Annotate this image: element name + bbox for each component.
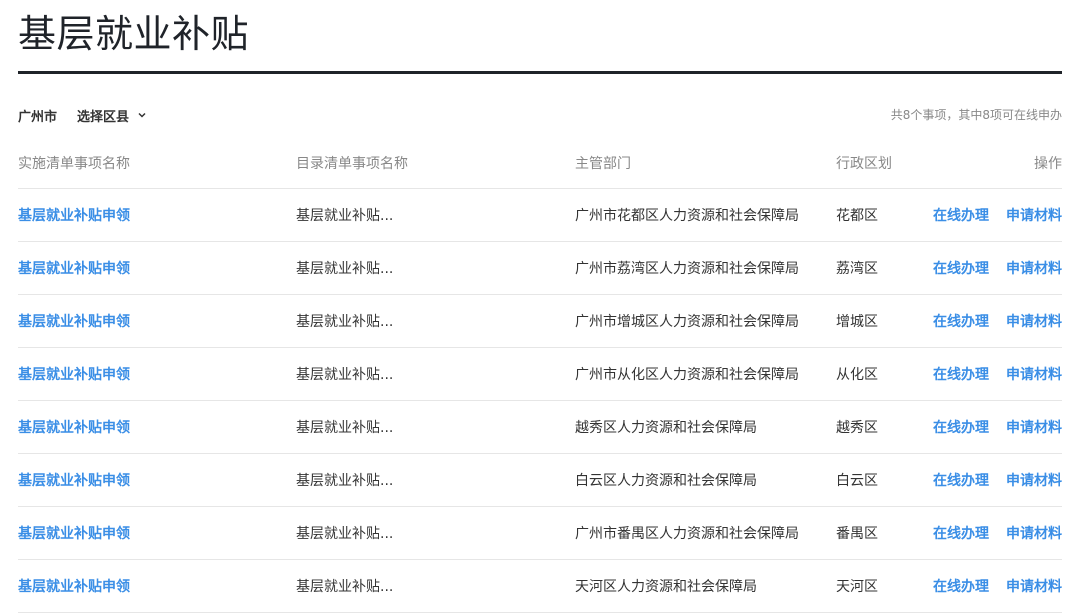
department: 越秀区人力资源和社会保障局	[575, 420, 757, 436]
header-impl-name: 实施清单事项名称	[18, 156, 130, 172]
materials-link[interactable]: 申请材料	[1006, 364, 1062, 384]
row-actions: 在线办理 申请材料	[933, 454, 1062, 506]
row-actions: 在线办理 申请材料	[933, 242, 1062, 294]
item-name-link[interactable]: 基层就业补贴申领	[18, 576, 130, 596]
page-title: 基层就业补贴	[18, 12, 250, 56]
region: 增城区	[836, 314, 878, 330]
row-actions: 在线办理 申请材料	[933, 348, 1062, 400]
department: 广州市花都区人力资源和社会保障局	[575, 208, 799, 224]
table-row: 基层就业补贴申领 基层就业补贴... 白云区人力资源和社会保障局 白云区 在线办理 申请材…	[18, 454, 1062, 507]
online-apply-link[interactable]: 在线办理	[933, 311, 989, 331]
region: 越秀区	[836, 420, 878, 436]
online-apply-link[interactable]: 在线办理	[933, 523, 989, 543]
service-table: 实施清单事项名称 目录清单事项名称 主管部门 行政区划 操作 基层就业补贴申领基…	[18, 138, 1062, 613]
catalog-name: 基层就业补贴...	[296, 526, 394, 542]
item-name-link[interactable]: 基层就业补贴申领	[18, 205, 130, 225]
catalog-name: 基层就业补贴...	[296, 367, 394, 383]
region: 番禺区	[836, 526, 878, 542]
item-name-link[interactable]: 基层就业补贴申领	[18, 417, 130, 437]
header-region: 行政区划	[836, 156, 892, 172]
catalog-name: 基层就业补贴...	[296, 314, 394, 330]
item-name-link[interactable]: 基层就业补贴申领	[18, 311, 130, 331]
online-apply-link[interactable]: 在线办理	[933, 470, 989, 490]
table-row: 基层就业补贴申领 基层就业补贴... 广州市花都区人力资源和社会保障局 花都区 在线办理…	[18, 189, 1062, 242]
row-actions: 在线办理 申请材料	[933, 507, 1062, 559]
item-name-link[interactable]: 基层就业补贴申领	[18, 258, 130, 278]
item-name-link[interactable]: 基层就业补贴申领	[18, 470, 130, 490]
result-summary: 共8个事项，其中8项可在线申办	[890, 108, 1062, 122]
row-actions: 在线办理 申请材料	[933, 295, 1062, 347]
department: 广州市荔湾区人力资源和社会保障局	[575, 261, 799, 277]
online-apply-link[interactable]: 在线办理	[933, 205, 989, 225]
online-apply-link[interactable]: 在线办理	[933, 258, 989, 278]
table-row: 基层就业补贴申领 基层就业补贴... 广州市增城区人力资源和社会保障局 增城区 在线办理…	[18, 295, 1062, 348]
header-department: 主管部门	[575, 156, 631, 172]
city-filter[interactable]: 广州市	[18, 106, 57, 125]
item-name-link[interactable]: 基层就业补贴申领	[18, 364, 130, 384]
department: 广州市增城区人力资源和社会保障局	[575, 314, 799, 330]
catalog-name: 基层就业补贴...	[296, 420, 394, 436]
materials-link[interactable]: 申请材料	[1006, 470, 1062, 490]
table-row: 基层就业补贴申领 基层就业补贴... 广州市从化区人力资源和社会保障局 从化区 在线办理…	[18, 348, 1062, 401]
row-actions: 在线办理 申请材料	[933, 189, 1062, 241]
filter-bar: 广州市 选择区县	[18, 104, 147, 126]
materials-link[interactable]: 申请材料	[1006, 576, 1062, 596]
title-divider	[18, 71, 1062, 74]
row-actions: 在线办理 申请材料	[933, 401, 1062, 453]
item-name-link[interactable]: 基层就业补贴申领	[18, 523, 130, 543]
department: 天河区人力资源和社会保障局	[575, 579, 757, 595]
materials-link[interactable]: 申请材料	[1006, 417, 1062, 437]
materials-link[interactable]: 申请材料	[1006, 258, 1062, 278]
district-select-label: 选择区县	[77, 109, 130, 125]
catalog-name: 基层就业补贴...	[296, 261, 394, 277]
online-apply-link[interactable]: 在线办理	[933, 576, 989, 596]
table-row: 基层就业补贴申领 基层就业补贴... 广州市番禺区人力资源和社会保障局 番禺区 在线办理…	[18, 507, 1062, 560]
chevron-down-icon	[138, 112, 146, 118]
materials-link[interactable]: 申请材料	[1006, 205, 1062, 225]
catalog-name: 基层就业补贴...	[296, 473, 394, 489]
row-actions: 在线办理 申请材料	[933, 560, 1062, 612]
region: 天河区	[836, 579, 878, 595]
page: 基层就业补贴 广州市 选择区县 共8个事项，其中8项可在线申办 实施清单事项名称…	[0, 0, 1080, 613]
materials-link[interactable]: 申请材料	[1006, 523, 1062, 543]
header-actions: 操作	[1034, 156, 1062, 172]
online-apply-link[interactable]: 在线办理	[933, 417, 989, 437]
table-row: 基层就业补贴申领 基层就业补贴... 广州市荔湾区人力资源和社会保障局 荔湾区 在线办理…	[18, 242, 1062, 295]
department: 广州市从化区人力资源和社会保障局	[575, 367, 799, 383]
header-catalog-name: 目录清单事项名称	[296, 156, 408, 172]
catalog-name: 基层就业补贴...	[296, 579, 394, 595]
region: 白云区	[836, 473, 878, 489]
district-select[interactable]: 选择区县	[77, 106, 147, 125]
region: 荔湾区	[836, 261, 878, 277]
department: 广州市番禺区人力资源和社会保障局	[575, 526, 799, 542]
table-row: 基层就业补贴申领 基层就业补贴... 天河区人力资源和社会保障局 天河区 在线办理 申请材…	[18, 560, 1062, 613]
catalog-name: 基层就业补贴...	[296, 208, 394, 224]
table-header: 实施清单事项名称 目录清单事项名称 主管部门 行政区划 操作	[18, 138, 1062, 189]
table-row: 基层就业补贴申领 基层就业补贴... 越秀区人力资源和社会保障局 越秀区 在线办理 申请材…	[18, 401, 1062, 454]
region: 花都区	[836, 208, 878, 224]
region: 从化区	[836, 367, 878, 383]
materials-link[interactable]: 申请材料	[1006, 311, 1062, 331]
department: 白云区人力资源和社会保障局	[575, 473, 757, 489]
online-apply-link[interactable]: 在线办理	[933, 364, 989, 384]
